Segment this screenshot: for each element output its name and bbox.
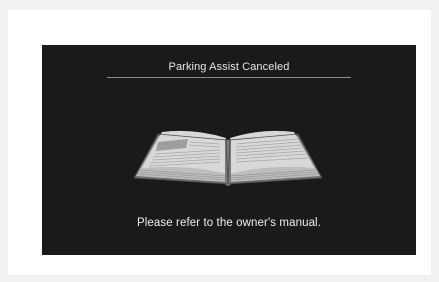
dialog-title: Parking Assist Canceled (168, 61, 290, 73)
display-screen: Parking Assist Canceled Please refer to … (42, 45, 416, 255)
dialog-message: Please refer to the owner's manual. (136, 217, 322, 229)
open-book-icon (133, 130, 323, 186)
title-divider (107, 77, 351, 78)
